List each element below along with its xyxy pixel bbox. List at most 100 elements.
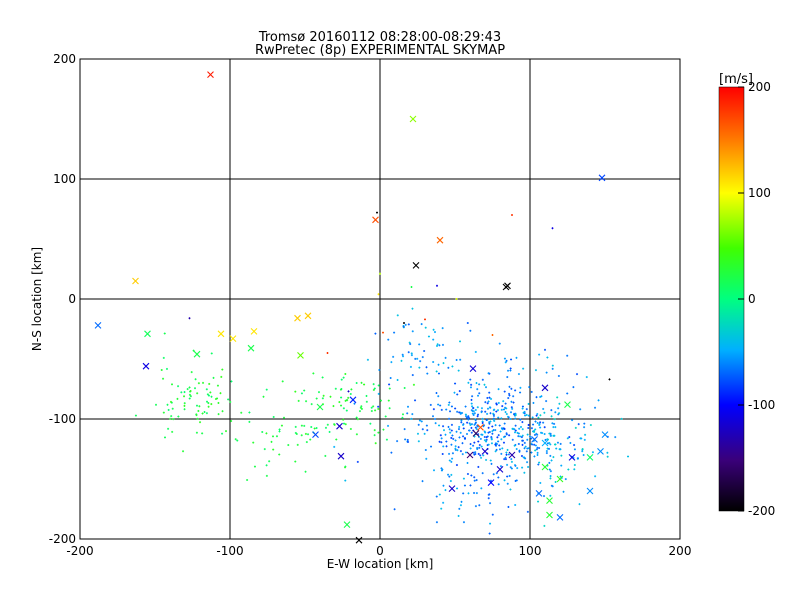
data-dot — [521, 428, 524, 431]
data-dot — [477, 452, 480, 455]
data-dot — [521, 405, 524, 408]
colorbar-tick-label: -100 — [748, 398, 775, 412]
data-dot — [344, 372, 347, 375]
data-dot — [519, 386, 522, 389]
data-dot — [449, 480, 452, 483]
data-dot — [216, 384, 219, 387]
data-dot — [445, 440, 448, 443]
data-dot — [551, 364, 554, 367]
data-dot — [500, 408, 503, 411]
data-dot — [470, 426, 473, 429]
data-dot — [566, 354, 569, 357]
data-dot — [202, 381, 205, 384]
data-dot — [421, 428, 424, 431]
data-dot — [457, 428, 460, 431]
data-marker — [586, 487, 594, 495]
data-dot — [535, 396, 538, 399]
data-dot — [334, 387, 337, 390]
data-dot — [509, 418, 512, 421]
data-dot — [486, 402, 489, 405]
data-dot — [497, 440, 500, 443]
y-tick-label: -100 — [49, 412, 76, 426]
data-dot — [530, 427, 533, 430]
data-dot — [488, 391, 491, 394]
colorbar-tick-label: -200 — [748, 504, 775, 518]
data-dot — [497, 434, 500, 437]
data-dot — [252, 441, 255, 444]
data-dot — [449, 431, 452, 434]
data-dot — [519, 425, 522, 428]
data-dot — [583, 438, 586, 441]
data-dot — [506, 475, 509, 478]
data-dot — [546, 356, 549, 359]
data-dot — [234, 438, 237, 441]
data-dot — [464, 413, 467, 416]
data-dot — [457, 446, 460, 449]
data-dot — [206, 400, 209, 403]
data-dot — [441, 327, 444, 330]
data-dot — [437, 395, 440, 398]
data-dot — [505, 451, 508, 454]
data-dot — [183, 391, 186, 394]
data-dot — [265, 464, 268, 467]
data-dot — [510, 458, 513, 461]
data-marker — [229, 335, 237, 342]
data-dot — [454, 439, 457, 442]
data-dot — [225, 430, 228, 433]
data-dot — [452, 437, 455, 440]
data-dot — [248, 420, 251, 423]
data-dot — [576, 373, 579, 376]
data-dot — [280, 424, 283, 427]
data-dot — [442, 429, 445, 432]
data-dot — [527, 423, 530, 426]
data-dot — [390, 451, 393, 454]
data-dot — [549, 454, 552, 457]
y-tick-label: 0 — [68, 292, 76, 306]
data-dot — [506, 463, 509, 466]
data-dot — [305, 400, 308, 403]
data-dot — [196, 392, 199, 395]
data-dot — [272, 415, 275, 418]
data-dot — [478, 392, 481, 395]
data-dot — [423, 350, 426, 353]
data-dot — [370, 410, 373, 413]
data-dot — [525, 408, 528, 411]
data-dot — [448, 401, 451, 404]
data-dot — [188, 317, 191, 320]
data-dot — [508, 474, 511, 477]
data-dot — [425, 424, 428, 427]
data-dot — [518, 427, 521, 430]
data-dot — [382, 331, 384, 334]
data-dot — [505, 453, 508, 456]
data-marker — [546, 511, 553, 519]
data-dot — [335, 438, 338, 441]
data-dot — [329, 395, 332, 398]
data-dot — [526, 438, 529, 441]
data-dot — [435, 392, 438, 395]
data-dot — [472, 444, 475, 447]
data-dot — [201, 412, 204, 415]
data-dot — [510, 460, 513, 463]
data-dot — [514, 424, 517, 427]
data-dot — [246, 478, 249, 481]
data-marker — [250, 328, 258, 335]
data-dot — [447, 403, 450, 406]
data-dot — [448, 452, 451, 455]
data-dot — [489, 522, 492, 525]
data-dot — [543, 524, 546, 527]
data-dot — [449, 410, 452, 413]
data-dot — [550, 415, 553, 418]
data-dot — [190, 371, 193, 374]
data-dot — [261, 430, 264, 433]
data-dot — [532, 401, 535, 404]
data-dot — [484, 401, 487, 404]
data-dot — [300, 392, 303, 395]
data-dot — [473, 476, 476, 479]
data-dot — [210, 403, 213, 406]
data-dot — [438, 424, 441, 427]
data-dot — [492, 473, 495, 476]
data-dot — [556, 396, 559, 399]
data-dot — [549, 475, 552, 478]
data-dot — [554, 480, 557, 483]
data-dot — [481, 421, 484, 424]
